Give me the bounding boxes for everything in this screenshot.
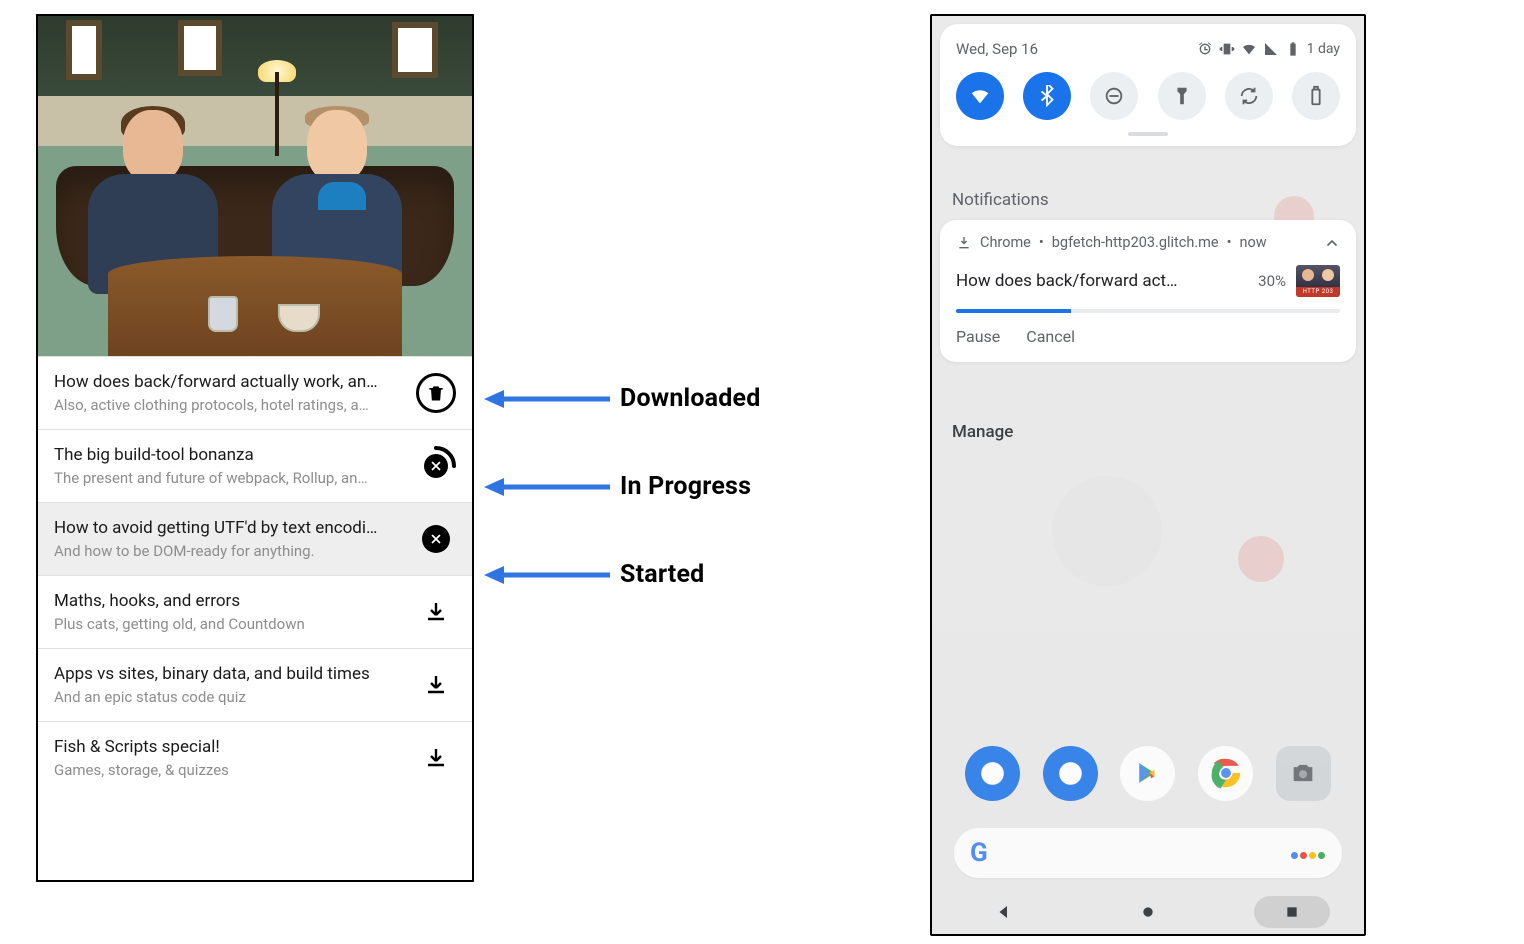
home-icon [1140,904,1156,920]
annotation-label: Downloaded [620,384,761,413]
episode-title: Apps vs sites, binary data, and build ti… [54,664,404,684]
download-icon [956,235,972,251]
notification-time: now [1240,234,1267,251]
episode-title: Maths, hooks, and errors [54,591,404,611]
nav-bar [932,890,1364,934]
cancel-icon [424,454,448,478]
episode-row[interactable]: Maths, hooks, and errors Plus cats, gett… [38,575,472,648]
episode-row[interactable]: How to avoid getting UTF'd by text encod… [38,502,472,575]
notifications-section-label: Notifications [952,190,1049,210]
messages-app-icon[interactable] [1043,746,1098,801]
annotation-downloaded: Downloaded [482,384,761,413]
annotation-in-progress: In Progress [482,472,751,501]
episode-subtitle: And how to be DOM-ready for anything. [54,542,404,560]
wifi-icon [1241,41,1257,57]
drag-handle[interactable] [1128,132,1168,136]
rotate-icon [1238,85,1260,107]
qs-flashlight[interactable] [1158,72,1206,120]
notification-percent: 30% [1258,272,1286,290]
notification-source: bgfetch-http203.glitch.me [1052,234,1219,251]
qs-autorotate[interactable] [1225,72,1273,120]
vibrate-icon [1219,41,1235,57]
notification-title: How does back/forward act… [956,271,1248,291]
episode-title: Fish & Scripts special! [54,737,404,757]
status-icons: 1 day [1197,41,1340,57]
episode-subtitle: Games, storage, & quizzes [54,761,404,779]
nav-home-button[interactable] [1110,896,1186,928]
thumbnail-tag: HTTP 203 [1296,287,1340,297]
hero-image [38,16,472,356]
battery-icon [1305,85,1327,107]
download-icon [424,746,448,770]
download-icon [424,600,448,624]
android-notification-shade: Wed, Sep 16 1 day Notifications Chrome [930,14,1366,936]
episode-row[interactable]: Fish & Scripts special! Games, storage, … [38,721,472,794]
notification-cancel-button[interactable]: Cancel [1026,327,1075,346]
notification-app: Chrome [980,234,1031,251]
episode-subtitle: Also, active clothing protocols, hotel r… [54,396,404,414]
notification-progress-fill [956,309,1071,313]
manage-notifications-button[interactable]: Manage [952,422,1013,442]
qs-wifi[interactable] [956,72,1004,120]
chrome-app-icon[interactable] [1198,746,1253,801]
delete-download-button[interactable] [414,371,458,415]
download-notification[interactable]: Chrome • bgfetch-http203.glitch.me • now… [940,220,1356,362]
download-icon [424,673,448,697]
battery-icon [1285,41,1301,57]
annotation-label: In Progress [620,472,751,501]
signal-icon [1263,41,1279,57]
cancel-icon [422,525,450,553]
quick-settings-card: Wed, Sep 16 1 day [940,24,1356,146]
alarm-icon [1197,41,1213,57]
google-logo-icon: G [970,838,988,868]
nav-back-button[interactable] [966,896,1042,928]
qs-dnd[interactable] [1090,72,1138,120]
notification-progressbar [956,309,1340,313]
battery-text: 1 day [1307,41,1340,57]
podcast-app-screenshot: How does back/forward actually work, an…… [36,14,474,882]
status-date: Wed, Sep 16 [956,40,1038,58]
episode-subtitle: And an epic status code quiz [54,688,404,706]
episode-subtitle: The present and future of webpack, Rollu… [54,469,404,487]
cancel-download-button[interactable] [414,517,458,561]
home-dock [954,740,1342,806]
episode-row[interactable]: How does back/forward actually work, an…… [38,356,472,429]
camera-app-icon[interactable] [1276,746,1331,801]
assistant-icon[interactable] [1290,844,1326,863]
episode-title: The big build-tool bonanza [54,445,404,465]
chevron-up-icon[interactable] [1324,235,1340,251]
quick-settings-row [956,72,1340,120]
play-store-icon[interactable] [1120,746,1175,801]
episode-title: How does back/forward actually work, an… [54,372,404,392]
trash-icon [416,373,456,413]
arrow-left-icon [482,563,612,587]
nav-recents-button[interactable] [1254,896,1330,928]
episode-row[interactable]: Apps vs sites, binary data, and build ti… [38,648,472,721]
qs-battery-saver[interactable] [1292,72,1340,120]
phone-app-icon[interactable] [965,746,1020,801]
download-button[interactable] [414,590,458,634]
annotation-started: Started [482,560,704,589]
download-button[interactable] [414,663,458,707]
back-icon [995,903,1013,921]
cancel-in-progress-button[interactable] [414,444,458,488]
qs-bluetooth[interactable] [1023,72,1071,120]
notification-pause-button[interactable]: Pause [956,327,1000,346]
episode-list: How does back/forward actually work, an…… [38,356,472,794]
arrow-left-icon [482,475,612,499]
annotation-label: Started [620,560,704,589]
recents-icon [1284,904,1300,920]
wifi-icon [969,85,991,107]
bluetooth-icon [1036,85,1058,107]
episode-subtitle: Plus cats, getting old, and Countdown [54,615,404,633]
download-button[interactable] [414,736,458,780]
flashlight-icon [1171,85,1193,107]
notification-thumbnail: HTTP 203 [1296,265,1340,297]
episode-title: How to avoid getting UTF'd by text encod… [54,518,404,538]
dnd-icon [1103,85,1125,107]
arrow-left-icon [482,387,612,411]
google-search-bar[interactable]: G [954,828,1342,878]
episode-row[interactable]: The big build-tool bonanza The present a… [38,429,472,502]
